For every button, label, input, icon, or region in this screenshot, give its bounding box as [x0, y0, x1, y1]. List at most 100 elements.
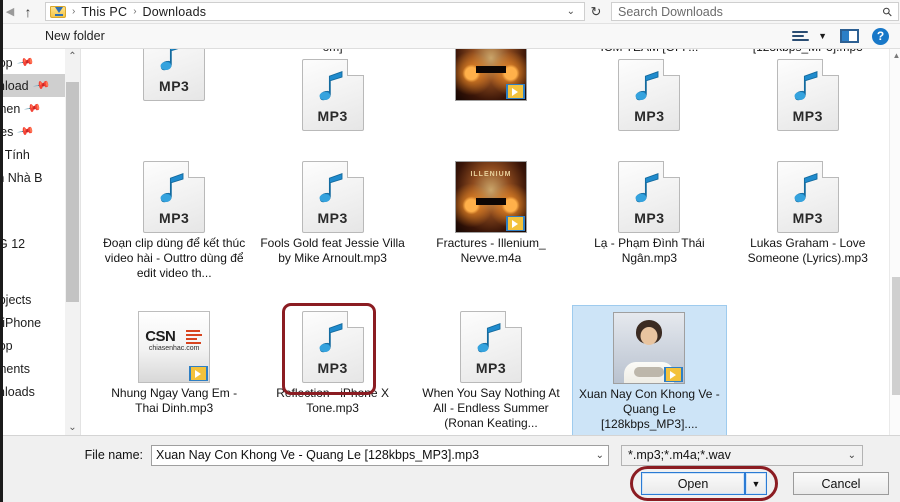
- file-item[interactable]: TRUONGHOCMP3: [97, 49, 251, 155]
- up-one-level-button[interactable]: ↑: [17, 1, 39, 23]
- mp3-file-icon: MP3: [776, 161, 839, 233]
- file-thumbnail: MP3: [295, 157, 371, 233]
- nav-item-label: ile Tính: [3, 147, 30, 162]
- csn-bars-icon: [186, 330, 203, 346]
- file-thumbnail: ILLENIUM: [453, 157, 529, 233]
- chevron-down-icon[interactable]: ⌄: [590, 450, 604, 461]
- play-overlay-icon: [189, 366, 209, 381]
- music-note-icon: [156, 171, 192, 207]
- mp3-file-icon: MP3: [301, 59, 364, 131]
- navigation-scrollbar[interactable]: ⌃ ⌄: [65, 49, 80, 435]
- open-button[interactable]: Open: [641, 472, 745, 495]
- file-item[interactable]: Con Buom Xuan - Ho Quang Hieu [128kbps_M…: [731, 49, 885, 155]
- mp3-label: MP3: [634, 108, 665, 124]
- file-item[interactable]: Xuan Nay Con Khong Ve - Quang Le [128kbp…: [572, 305, 727, 435]
- file-open-dialog: ◀ ↑ › This PC › Downloads ⌄ ↻ Search Dow…: [0, 0, 900, 502]
- mp3-file-icon: MP3: [143, 161, 206, 233]
- breadcrumb-item-downloads[interactable]: Downloads: [139, 5, 211, 19]
- music-note-icon: [319, 71, 343, 101]
- preview-pane-icon[interactable]: [840, 29, 859, 43]
- pin-icon[interactable]: 📌: [24, 99, 43, 118]
- music-note-icon: [156, 49, 192, 75]
- portrait-arm: [634, 367, 665, 377]
- scroll-up-icon[interactable]: ⌃: [68, 49, 76, 64]
- file-name-value: Xuan Nay Con Khong Ve - Quang Le [128kbp…: [156, 448, 480, 462]
- music-note-icon: [315, 321, 351, 357]
- file-item[interactable]: 5 ĐI (ĐI. ĐI. ĐI) - K-ICM x T-ICM x Kels…: [572, 49, 726, 155]
- file-list-scrollbar[interactable]: ▲: [889, 49, 900, 435]
- file-item[interactable]: MP3 Đoạn clip dùng để kết thúc video hài …: [97, 155, 251, 305]
- music-note-icon: [473, 321, 509, 357]
- play-overlay-icon: [505, 84, 525, 99]
- scroll-up-icon[interactable]: ▲: [890, 49, 900, 63]
- file-name-label: When You Say Nothing At All - Endless Su…: [422, 386, 560, 430]
- music-note-icon: [790, 69, 826, 105]
- file-item[interactable]: MP3 Lạ - Phạm Đình Thái Ngân.mp3: [572, 155, 726, 305]
- scroll-thumb[interactable]: [66, 82, 79, 302]
- file-thumbnail: CSN chiasenhac.com: [136, 307, 212, 383]
- pin-icon[interactable]: 📌: [32, 76, 51, 95]
- file-item[interactable]: ILLENIUM Fractures - Illenium_ Nevve.m4a: [414, 155, 568, 305]
- csn-logo: CSN: [145, 328, 176, 345]
- file-name-label: File name:: [84, 448, 143, 462]
- nav-item-label: ktop: [3, 338, 13, 353]
- refresh-icon[interactable]: ↻: [585, 1, 607, 23]
- file-name-label: Đoạn clip dùng để kết thúc video hài - O…: [103, 236, 246, 280]
- file-item[interactable]: videoILLENIUM: [414, 49, 568, 155]
- file-item[interactable]: MP3 Reflection - iPhone X Tone.mp3: [255, 303, 409, 435]
- music-note-icon: [635, 71, 659, 101]
- view-layout-icon[interactable]: [791, 29, 811, 43]
- file-name-input[interactable]: Xuan Nay Con Khong Ve - Quang Le [128kbp…: [151, 444, 609, 466]
- file-type-filter-select[interactable]: *.mp3;*.m4a;*.wav ⌄: [621, 444, 863, 466]
- csn-subtitle: chiasenhac.com: [148, 345, 200, 352]
- toolbar: New folder ▼ ?: [3, 24, 900, 49]
- scroll-track[interactable]: [65, 64, 80, 420]
- cancel-button[interactable]: Cancel: [793, 472, 889, 495]
- search-placeholder: Search Downloads: [618, 4, 723, 19]
- open-dropdown-button[interactable]: ▼: [745, 472, 767, 495]
- file-name-label: Lukas Graham - Love Someone (Lyrics).mp3: [747, 236, 868, 265]
- file-item[interactable]: UltraISO Premium 9.7.0.3476_[phanmemgoc.…: [255, 49, 409, 155]
- chevron-down-icon[interactable]: ⌄: [562, 6, 580, 17]
- search-input[interactable]: Search Downloads ⚲: [611, 2, 899, 21]
- music-note-icon: [315, 171, 351, 207]
- open-button-group: Open ▼: [630, 466, 778, 501]
- file-item[interactable]: MP3 Lukas Graham - Love Someone (Lyrics).…: [731, 155, 885, 305]
- mp3-file-icon: MP3: [459, 311, 522, 383]
- chevron-down-icon[interactable]: ⌄: [848, 450, 856, 461]
- mp3-file-icon: MP3: [301, 311, 364, 383]
- nav-item-label: uments: [3, 361, 30, 376]
- mp3-file-icon: MP3: [143, 49, 206, 101]
- breadcrumb-item-this-pc[interactable]: This PC: [77, 5, 131, 19]
- breadcrumb-separator: ›: [72, 6, 76, 17]
- music-note-icon: [794, 71, 818, 101]
- file-item[interactable]: MP3 When You Say Nothing At All - Endless…: [414, 305, 568, 435]
- breadcrumb[interactable]: › This PC › Downloads ⌄: [45, 2, 585, 21]
- video-thumbnail-illenium: ILLENIUM: [454, 161, 527, 233]
- mp3-file-icon: MP3: [776, 59, 839, 131]
- back-button[interactable]: ◀: [3, 1, 17, 23]
- file-item[interactable]: CSN chiasenhac.com Nhung Ngay Vang Em - Th…: [97, 305, 251, 435]
- file-name-label: Xuan Nay Con Khong Ve - Quang Le [128kbp…: [579, 387, 720, 431]
- video-thumbnail-csn: CSN chiasenhac.com: [138, 311, 211, 383]
- pin-icon[interactable]: 📌: [17, 122, 36, 141]
- new-folder-button[interactable]: New folder: [45, 29, 105, 43]
- mp3-file-icon: MP3: [618, 59, 681, 131]
- downloads-folder-icon: [50, 4, 67, 19]
- scroll-thumb[interactable]: [892, 277, 900, 395]
- file-name-label: Nhung Ngay Vang Em - Thai Dinh.mp3: [111, 386, 238, 415]
- navigation-pane: ktop📌wnload📌umen📌ures📌ile TínhÁn Nhà BCN…: [3, 49, 81, 435]
- help-icon[interactable]: ?: [872, 27, 889, 45]
- file-thumbnail: MP3: [770, 157, 846, 233]
- file-item[interactable]: MP3 Fools Gold feat Jessie Villa by Mike …: [255, 155, 409, 305]
- music-note-icon: [790, 171, 826, 207]
- chevron-down-icon[interactable]: ▼: [818, 31, 827, 41]
- music-note-icon: [160, 49, 179, 71]
- pin-icon[interactable]: 📌: [16, 53, 35, 72]
- scroll-down-icon[interactable]: ⌄: [68, 420, 76, 435]
- mp3-label: MP3: [317, 108, 348, 124]
- dialog-buttons: Open ▼ Cancel: [630, 466, 889, 501]
- file-thumbnail: MP3: [136, 49, 212, 101]
- music-note-icon: [631, 69, 667, 105]
- nav-item-label: ures: [3, 124, 14, 139]
